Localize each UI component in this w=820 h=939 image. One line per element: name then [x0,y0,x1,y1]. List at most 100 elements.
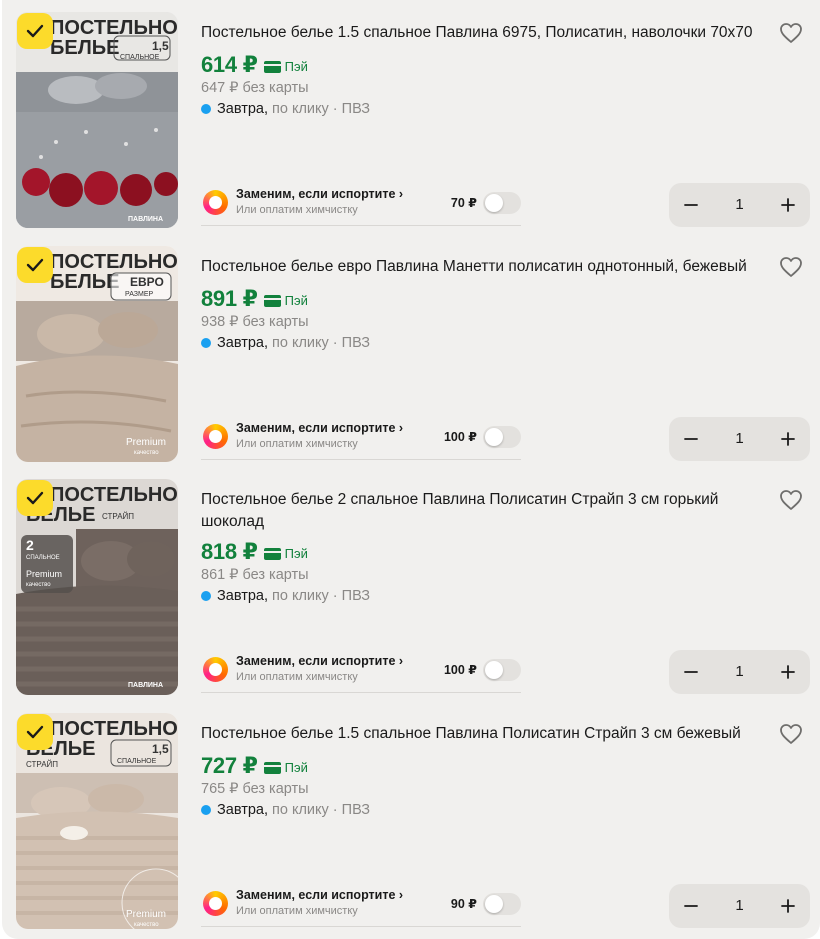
product-image[interactable]: ПОСТЕЛЬНОЕ БЕЛЬЕ ЕВРО РАЗМЕР Premium кач… [16,246,178,462]
delivery-info: Завтра, по клику · ПВЗ [201,588,370,604]
quantity-stepper: 1 [669,884,810,928]
insurance-price: 100 ₽ [443,663,477,677]
decrease-button[interactable] [669,884,713,928]
price: 727 ₽ [201,753,258,778]
product-title[interactable]: Постельное белье 1.5 спальное Павлина По… [201,723,761,745]
delivery-dot-icon [201,104,211,114]
insurance-title[interactable]: Заменим, если испортите › [236,187,403,201]
product-image[interactable]: ПОСТЕЛЬНОЕ БЕЛЬЕ 1,5 СПАЛЬНОЕ ПАВЛИНА [16,12,178,228]
minus-icon [684,671,698,673]
pay-badge: Пэй [263,59,308,74]
insurance-title[interactable]: Заменим, если испортите › [236,888,403,902]
delivery-day: Завтра, [217,802,269,818]
decrease-button[interactable] [669,183,713,227]
image-size-num: 2 [26,537,34,553]
pay-badge: Пэй [263,759,308,775]
plus-icon [781,899,795,913]
delivery-dot-icon [201,338,211,348]
price-without-card: 861 ₽ без карты [201,567,309,583]
minus-icon [684,438,698,440]
product-image[interactable]: ПОСТЕЛЬНОЕ БЕЛЬЕ СТРАЙП 1,5 СПАЛЬНОЕ Pre… [16,713,178,929]
increase-button[interactable] [766,650,810,694]
delivery-day: Завтра, [217,335,269,351]
product-image[interactable]: ПОСТЕЛЬНОЕ БЕЛЬЕ СТРАЙП 2 СПАЛЬНОЕ Premi… [16,479,178,695]
delivery-info: Завтра, по клику · ПВЗ [201,802,370,818]
favorite-button[interactable] [778,487,804,513]
increase-button[interactable] [766,417,810,461]
price: 818 ₽ [201,539,258,564]
favorite-button[interactable] [778,721,804,747]
image-text-line2: БЕЛЬЕ [50,271,119,293]
delivery-method: по клику · ПВЗ [272,101,371,117]
image-text-line1: ПОСТЕЛЬНОЕ [50,484,178,506]
decrease-button[interactable] [669,417,713,461]
increase-button[interactable] [766,884,810,928]
insurance-toggle[interactable] [483,426,521,448]
image-size-label: СПАЛЬНОЕ [26,555,60,561]
image-size-label: РАЗМЕР [125,291,154,298]
select-checkbox[interactable] [17,247,53,283]
cart-item: ПОСТЕЛЬНОЕ БЕЛЬЕ СТРАЙП 2 СПАЛЬНОЕ Premi… [2,467,820,700]
price: 891 ₽ [201,286,258,311]
plus-icon [781,665,795,679]
plus-icon [781,198,795,212]
select-checkbox[interactable] [17,13,53,49]
increase-button[interactable] [766,183,810,227]
image-premium: Premium [126,909,166,920]
image-size-num: 1,5 [152,742,169,756]
insurance-option: Заменим, если испортите › Или оплатим хи… [201,186,521,226]
product-title[interactable]: Постельное белье 1.5 спальное Павлина 69… [201,22,761,44]
delivery-method: по клику · ПВЗ [272,335,371,351]
insurance-title[interactable]: Заменим, если испортите › [236,654,403,668]
image-size-num: 1,5 [152,39,169,53]
pay-card-icon [263,762,281,774]
insurance-icon [203,424,228,449]
quantity-value[interactable]: 1 [735,897,743,914]
product-title[interactable]: Постельное белье 2 спальное Павлина Поли… [201,489,761,533]
insurance-price: 100 ₽ [443,430,477,444]
heart-icon [780,490,802,510]
cart-item: ПОСТЕЛЬНОЕ БЕЛЬЕ ЕВРО РАЗМЕР Premium кач… [2,234,820,467]
check-icon [26,725,44,739]
product-title[interactable]: Постельное белье евро Павлина Манетти по… [201,256,761,278]
insurance-toggle[interactable] [483,893,521,915]
minus-icon [684,204,698,206]
delivery-info: Завтра, по клику · ПВЗ [201,101,370,117]
favorite-button[interactable] [778,20,804,46]
image-stripe: СТРАЙП [26,760,58,769]
plus-icon [781,432,795,446]
image-brand: ПАВЛИНА [128,682,163,689]
pay-card-icon [263,548,281,560]
pay-label: Пэй [284,292,308,308]
price-row: 818 ₽ Пэй [201,539,308,565]
insurance-toggle[interactable] [483,659,521,681]
quantity-value[interactable]: 1 [735,663,743,680]
image-premium-sub: качество [134,922,159,928]
pay-card-icon [263,295,281,307]
delivery-method: по клику · ПВЗ [272,588,371,604]
pay-card-icon [263,61,281,73]
heart-icon [780,23,802,43]
check-icon [26,258,44,272]
insurance-toggle[interactable] [483,192,521,214]
favorite-button[interactable] [778,254,804,280]
price-without-card: 647 ₽ без карты [201,80,309,96]
quantity-value[interactable]: 1 [735,196,743,213]
check-icon [26,491,44,505]
image-size-num: ЕВРО [130,275,164,289]
insurance-subtitle: Или оплатим химчистку [236,671,358,683]
price-without-card: 938 ₽ без карты [201,314,309,330]
decrease-button[interactable] [669,650,713,694]
insurance-icon [203,657,228,682]
image-premium: Premium [126,437,166,448]
pay-badge: Пэй [263,292,308,308]
insurance-title[interactable]: Заменим, если испортите › [236,421,403,435]
pay-label: Пэй [284,759,308,775]
select-checkbox[interactable] [17,714,53,750]
delivery-dot-icon [201,591,211,601]
delivery-day: Завтра, [217,588,269,604]
select-checkbox[interactable] [17,480,53,516]
quantity-value[interactable]: 1 [735,430,743,447]
image-size-label: СПАЛЬНОЕ [117,758,157,765]
pay-badge: Пэй [263,546,308,561]
